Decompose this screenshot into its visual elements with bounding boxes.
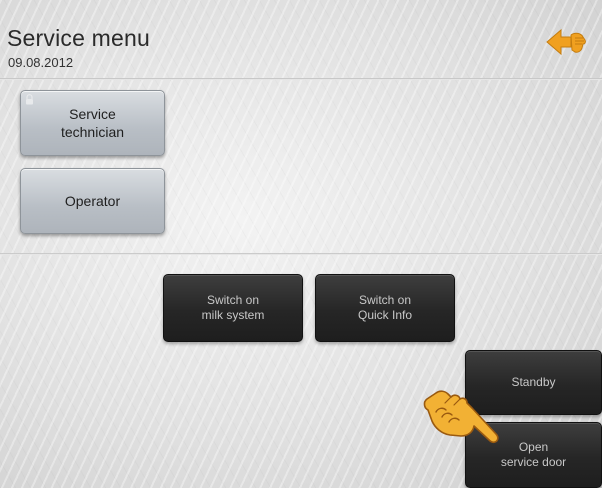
switch-on-quick-info-label: Switch on Quick Info [357,293,413,322]
service-technician-label: Service technician [60,106,125,140]
back-button[interactable] [545,26,589,58]
service-technician-button[interactable]: Service technician [20,90,165,156]
header: Service menu 09.08.2012 [0,0,602,78]
operator-label: Operator [64,193,121,209]
switch-on-milk-system-label: Switch on milk system [201,293,265,322]
switch-on-quick-info-button[interactable]: Switch on Quick Info [315,274,455,342]
standby-label: Standby [511,375,556,389]
operator-button[interactable]: Operator [20,168,165,234]
date-label: 09.08.2012 [8,55,74,70]
page-title: Service menu [7,25,151,51]
hand-pointer-icon [423,390,499,444]
lock-icon [26,94,33,105]
switch-on-milk-system-button[interactable]: Switch on milk system [163,274,303,342]
open-service-door-label: Open service door [500,440,567,469]
service-menu-screen: Service menu 09.08.2012 Service technici… [0,0,602,488]
header-divider [0,78,602,80]
section-divider [0,253,602,255]
back-arrow-icon [546,28,586,56]
